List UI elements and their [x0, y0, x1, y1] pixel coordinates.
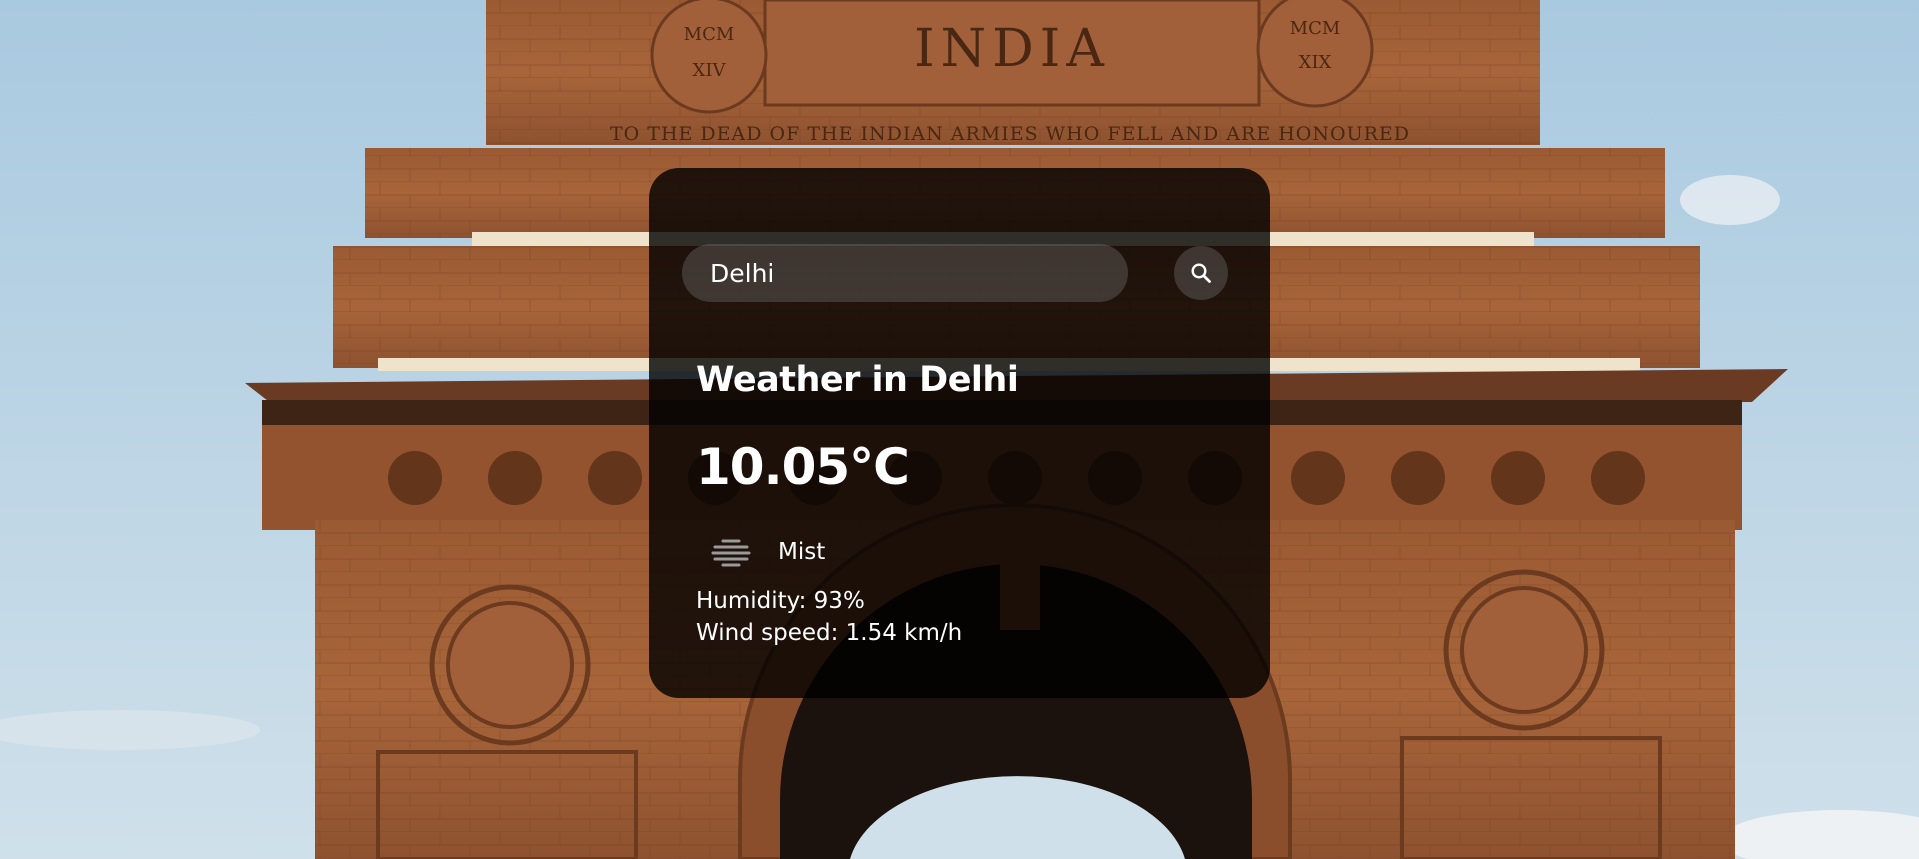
- humidity-value: Humidity: 93%: [696, 588, 865, 614]
- mist-icon: [711, 539, 751, 567]
- svg-text:XIV: XIV: [693, 60, 727, 81]
- condition-row: Mist: [709, 532, 825, 572]
- svg-text:INDIA: INDIA: [914, 19, 1110, 79]
- svg-text:MCM: MCM: [684, 24, 735, 45]
- svg-text:XIX: XIX: [1299, 52, 1332, 73]
- search-button[interactable]: [1174, 246, 1228, 300]
- temperature-value: 10.05°C: [696, 438, 910, 496]
- svg-text:TO THE DEAD OF THE INDIAN ARMI: TO THE DEAD OF THE INDIAN ARMIES WHO FEL…: [610, 123, 1410, 145]
- svg-text:MCM: MCM: [1290, 18, 1341, 39]
- search-icon: [1191, 263, 1211, 283]
- search-input[interactable]: [682, 244, 1128, 302]
- weather-card: Weather in Delhi 10.05°C Mist Humidity: …: [649, 168, 1270, 698]
- condition-description: Mist: [778, 539, 826, 565]
- search-bar: [682, 244, 1228, 302]
- weather-title: Weather in Delhi: [696, 360, 1019, 400]
- wind-speed-value: Wind speed: 1.54 km/h: [696, 620, 963, 646]
